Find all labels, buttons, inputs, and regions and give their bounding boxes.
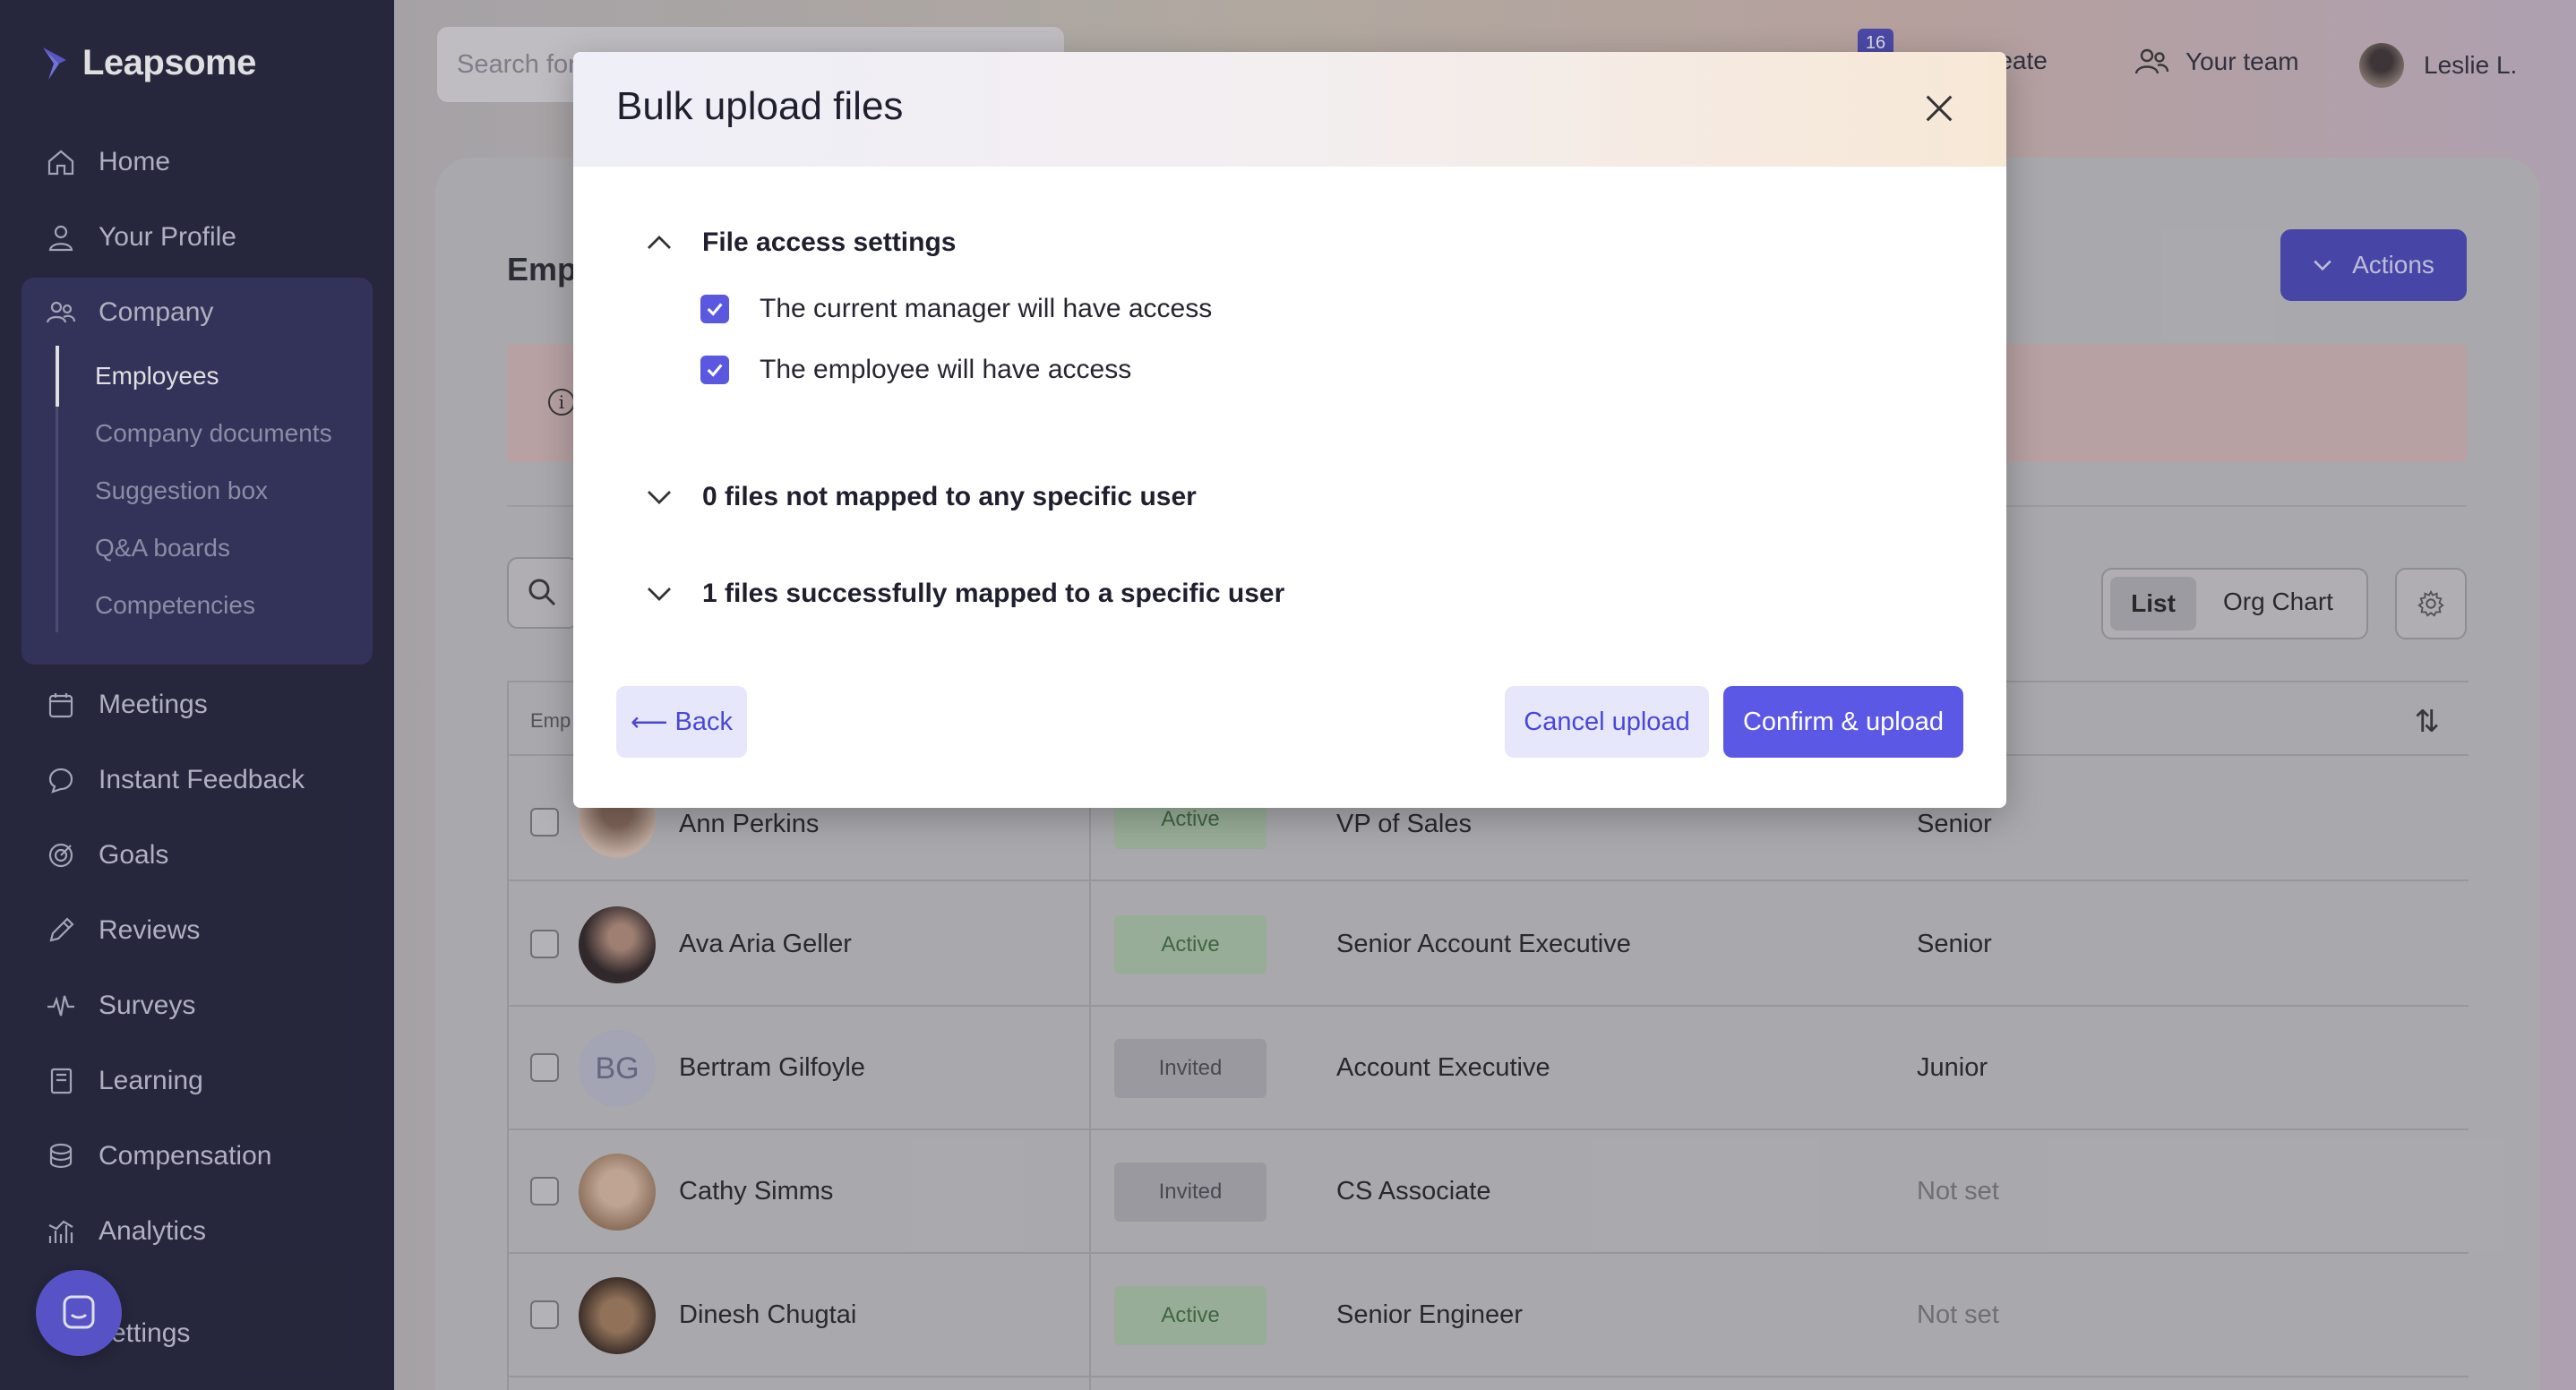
manager-access-option[interactable]: The current manager will have access bbox=[700, 294, 1212, 324]
section-file-access-settings[interactable]: File access settings bbox=[645, 227, 956, 258]
modal-title: Bulk upload files bbox=[616, 84, 904, 128]
checkmark-icon bbox=[707, 303, 723, 316]
chevron-down-icon bbox=[648, 588, 671, 601]
back-button[interactable]: ⟵ Back bbox=[616, 686, 747, 758]
section-title: 1 files successfully mapped to a specifi… bbox=[702, 579, 1285, 608]
checkmark-icon bbox=[707, 364, 723, 377]
employee-access-checkbox[interactable] bbox=[700, 356, 729, 384]
section-title: 0 files not mapped to any specific user bbox=[702, 482, 1197, 511]
modal-header: Bulk upload files bbox=[573, 52, 2006, 167]
cancel-upload-button[interactable]: Cancel upload bbox=[1505, 686, 1709, 758]
close-button[interactable] bbox=[1917, 86, 1962, 131]
employee-access-option[interactable]: The employee will have access bbox=[700, 355, 1131, 385]
section-mapped-files[interactable]: 1 files successfully mapped to a specifi… bbox=[645, 579, 1284, 609]
manager-access-checkbox[interactable] bbox=[700, 295, 729, 323]
section-unmapped-files[interactable]: 0 files not mapped to any specific user bbox=[645, 482, 1197, 512]
chevron-up-icon bbox=[648, 236, 671, 249]
bulk-upload-modal: Bulk upload files File access settings T… bbox=[573, 52, 2006, 808]
confirm-upload-button[interactable]: Confirm & upload bbox=[1723, 686, 1963, 758]
chevron-down-icon bbox=[648, 491, 671, 504]
back-label: Back bbox=[674, 707, 734, 736]
close-icon bbox=[1926, 95, 1953, 122]
manager-access-label: The current manager will have access bbox=[760, 294, 1213, 323]
employee-access-label: The employee will have access bbox=[760, 355, 1132, 384]
section-title: File access settings bbox=[702, 227, 957, 257]
back-arrow-icon: ⟵ bbox=[630, 708, 668, 737]
